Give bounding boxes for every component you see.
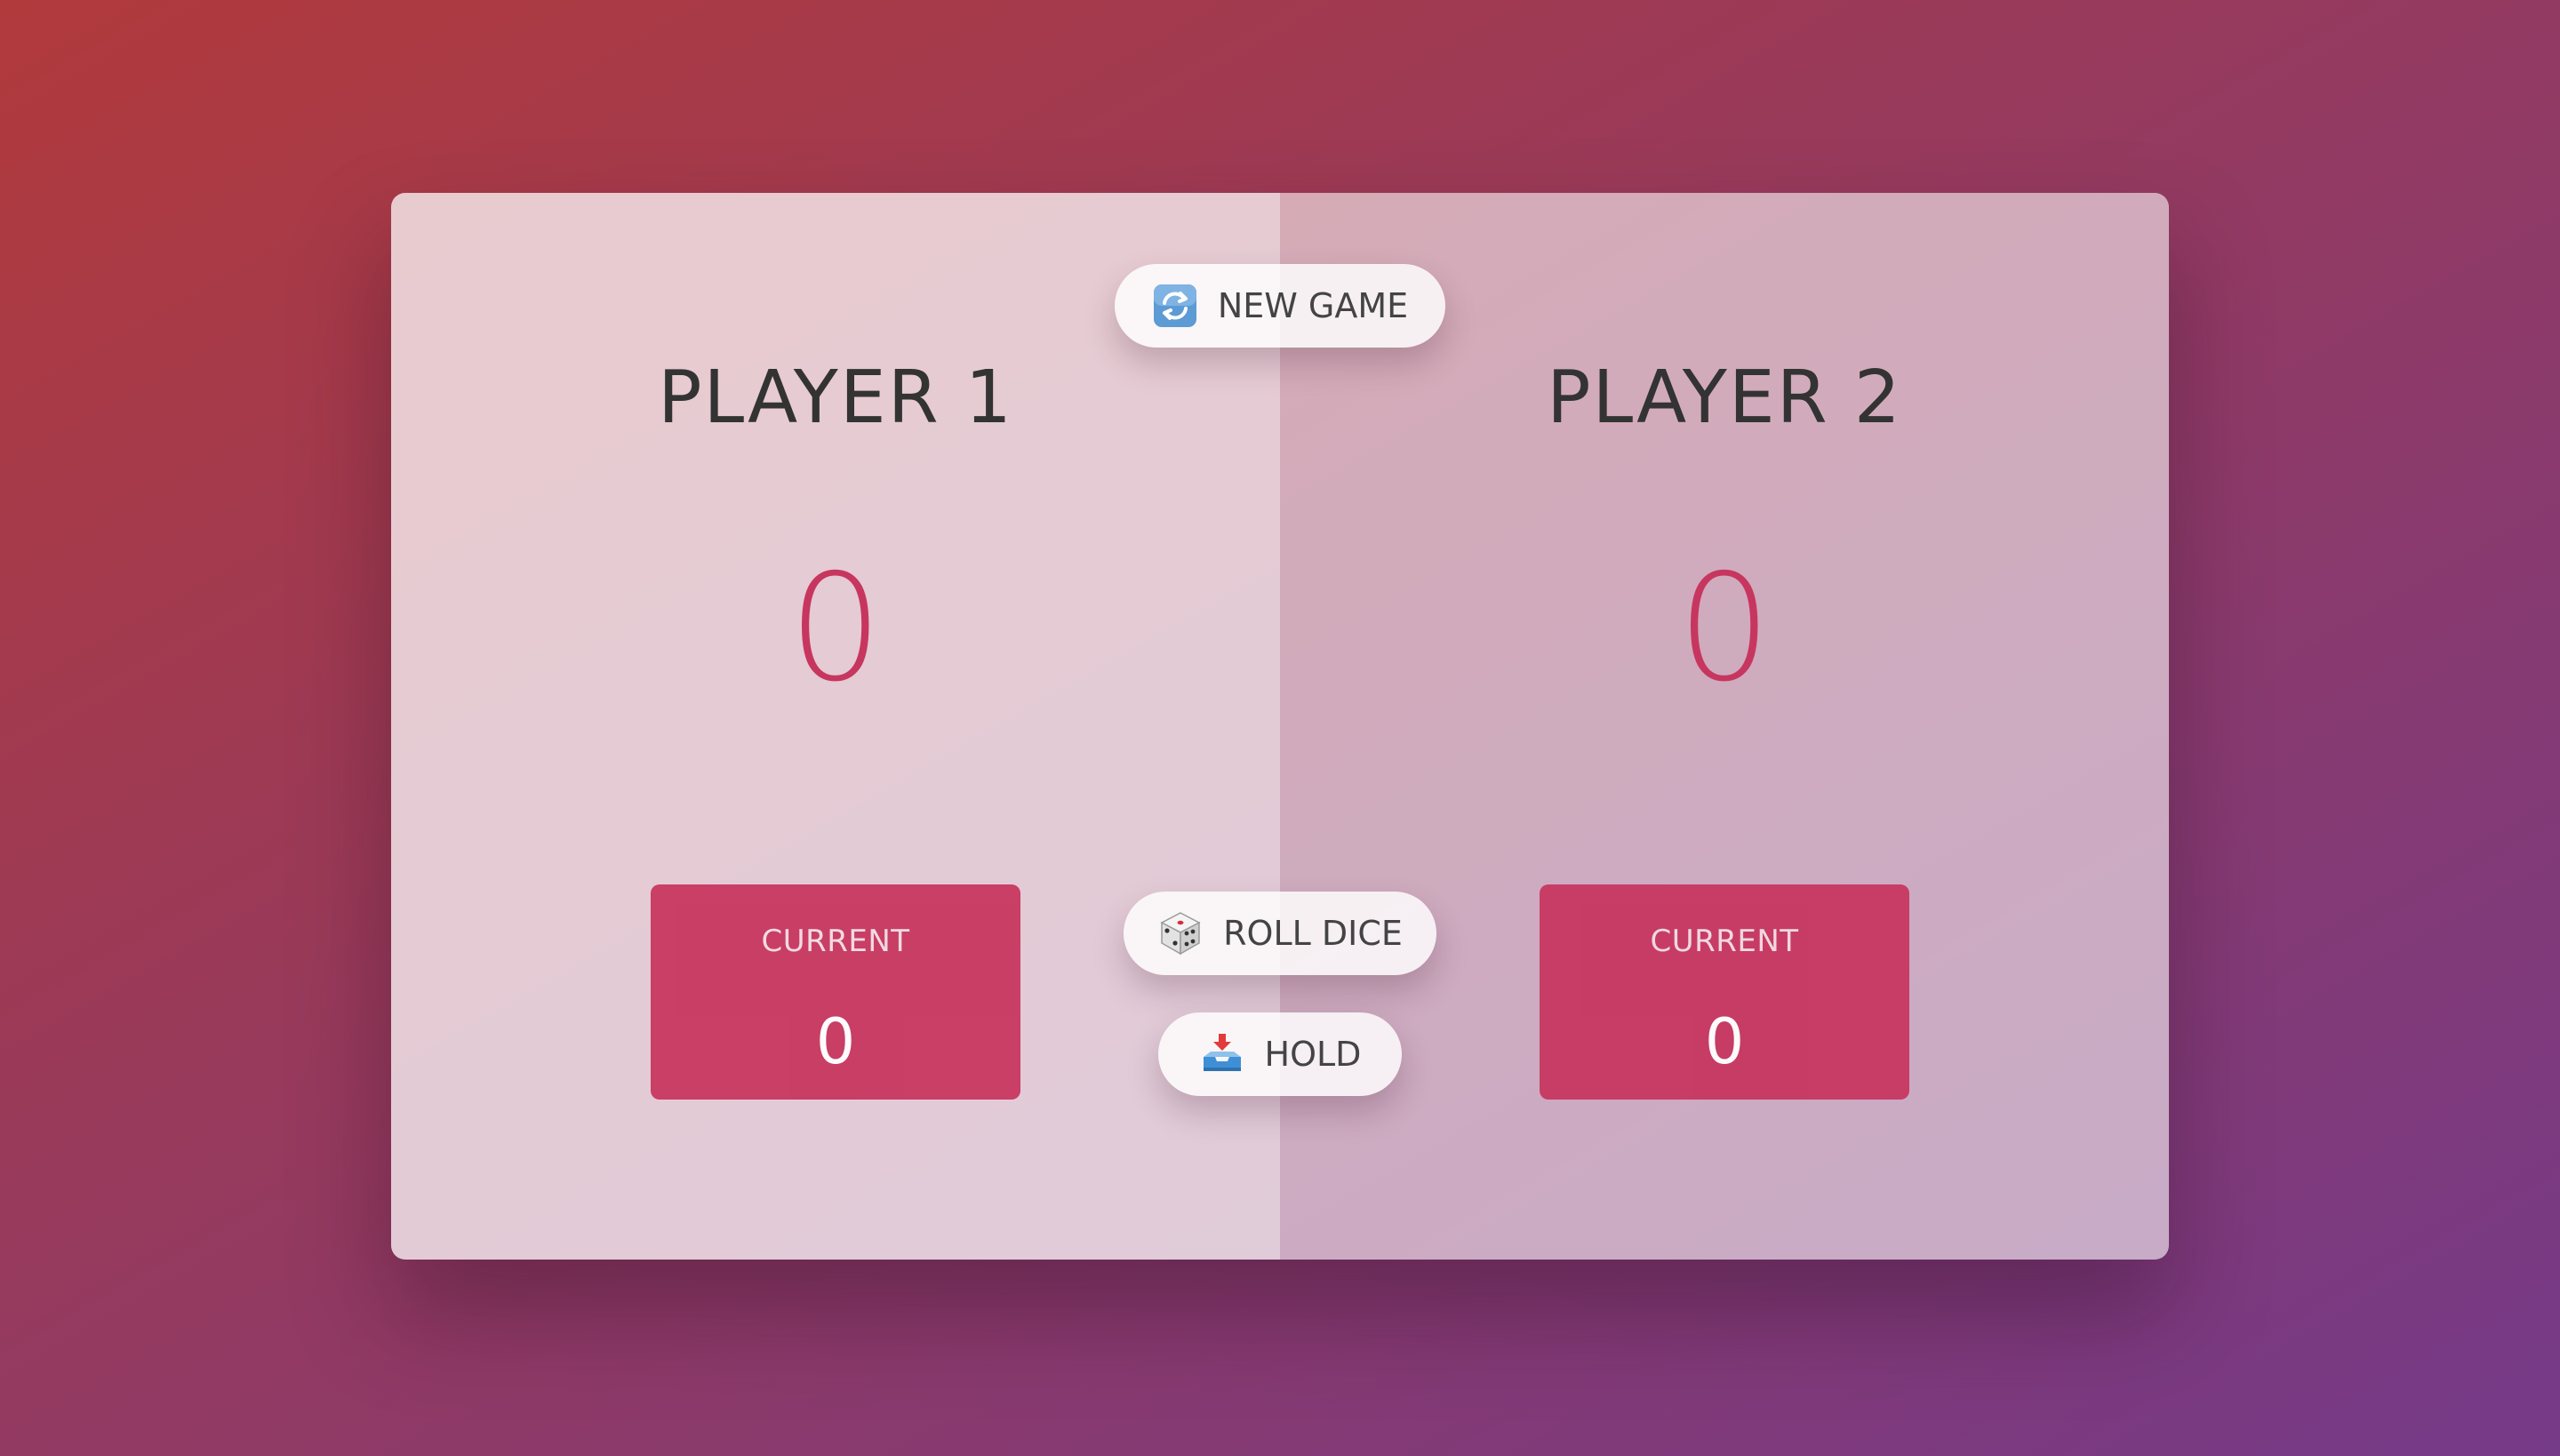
hold-button[interactable]: HOLD (1158, 1012, 1402, 1096)
inbox-tray-icon (1199, 1031, 1245, 1077)
player-1-current-score: 0 (815, 1005, 856, 1078)
refresh-icon (1152, 283, 1198, 329)
roll-dice-label: ROLL DICE (1223, 914, 1403, 953)
hold-label: HOLD (1264, 1035, 1362, 1074)
player-2-panel: PLAYER 2 0 CURRENT 0 (1280, 193, 2169, 1260)
roll-dice-button[interactable]: ROLL DICE (1124, 892, 1436, 975)
player-2-name: PLAYER 2 (1547, 356, 1902, 440)
dice-icon (1157, 910, 1204, 956)
player-2-score: 0 (1677, 543, 1772, 716)
player-2-current-score: 0 (1704, 1005, 1745, 1078)
game-board: PLAYER 1 0 CURRENT 0 PLAYER 2 0 CURRENT … (391, 193, 2169, 1260)
player-2-current-box: CURRENT 0 (1540, 884, 1909, 1100)
player-1-current-label: CURRENT (761, 924, 910, 959)
new-game-button[interactable]: NEW GAME (1115, 264, 1445, 348)
player-1-panel: PLAYER 1 0 CURRENT 0 (391, 193, 1280, 1260)
player-2-current-label: CURRENT (1650, 924, 1799, 959)
player-1-current-box: CURRENT 0 (651, 884, 1020, 1100)
player-1-score: 0 (788, 543, 883, 716)
new-game-label: NEW GAME (1217, 286, 1409, 325)
player-1-name: PLAYER 1 (658, 356, 1013, 440)
